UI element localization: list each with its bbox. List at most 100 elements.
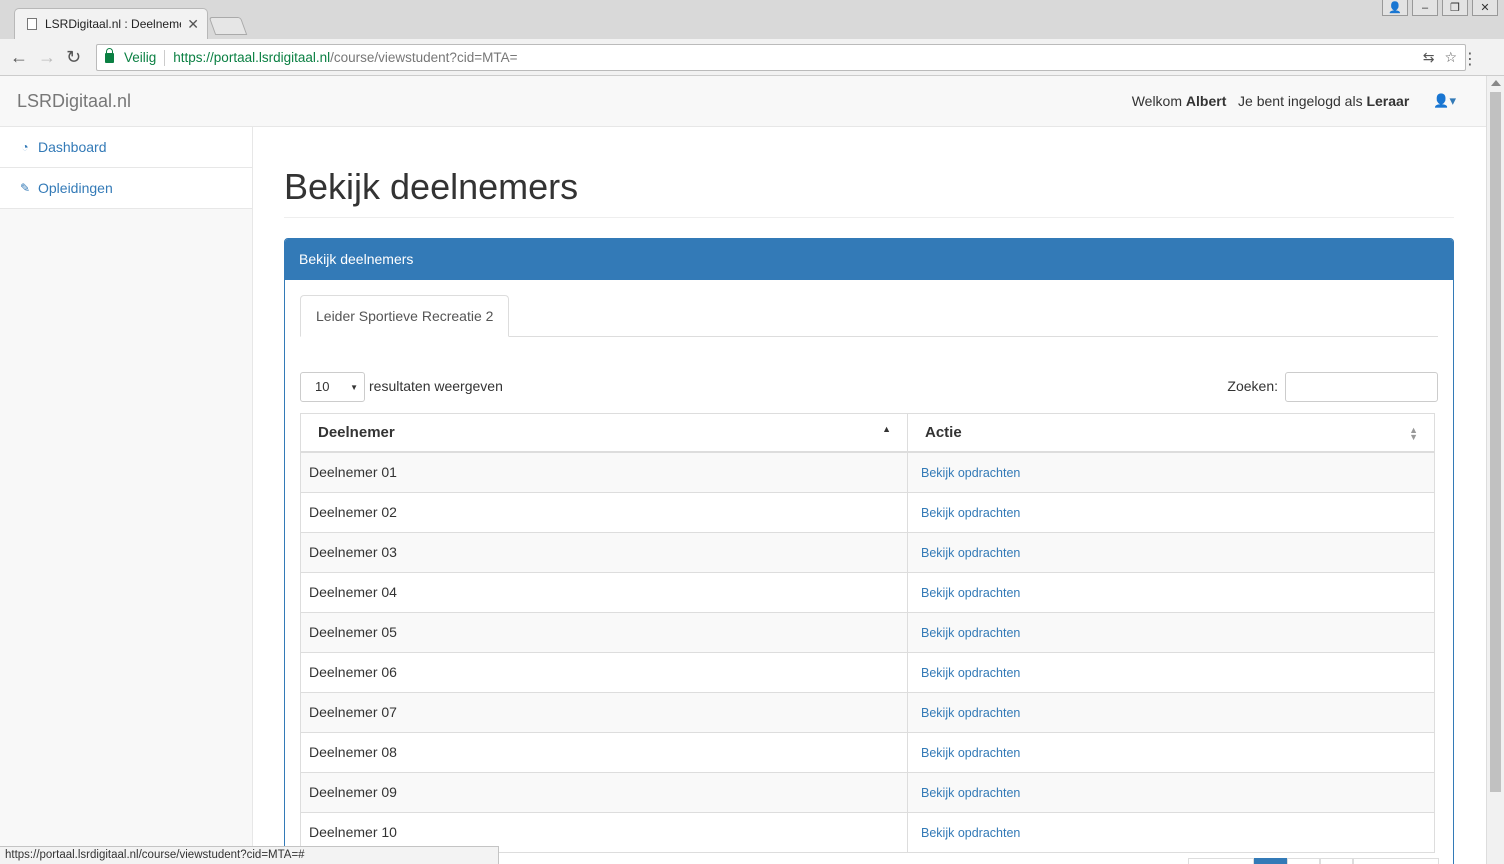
user-role: Leraar — [1366, 93, 1410, 109]
address-bar[interactable]: Veilig https://portaal.lsrdigitaal.nl /c… — [96, 44, 1466, 71]
app-navbar: LSRDigitaal.nl Welkom Albert Je bent ing… — [0, 76, 1486, 127]
main-content: Bekijk deelnemers Bekijk deelnemers Leid… — [284, 127, 1454, 864]
user-name: Albert — [1185, 93, 1227, 109]
translate-icon[interactable]: ⇆ — [1423, 49, 1435, 66]
action-cell: Bekijk opdrachten — [907, 651, 1435, 693]
view-assignments-link[interactable]: Bekijk opdrachten — [921, 706, 1020, 720]
browser-menu-icon[interactable]: ⋮ — [1462, 49, 1478, 69]
column-header-actie[interactable]: Actie ▲ ▼ — [907, 412, 1435, 454]
view-assignments-link[interactable]: Bekijk opdrachten — [921, 466, 1020, 480]
participant-name: Deelnemer 08 — [300, 731, 908, 773]
bookmark-star-icon[interactable]: ☆ — [1444, 49, 1457, 66]
action-cell: Bekijk opdrachten — [907, 611, 1435, 653]
panel-heading: Bekijk deelnemers — [285, 238, 1453, 280]
sidebar-item-label: Dashboard — [38, 139, 107, 155]
participants-table: Deelnemer ▲ Actie ▲ ▼ Deelnemer 01 Bekijk … — [300, 412, 1435, 853]
restore-icon[interactable]: ❐ — [1442, 0, 1468, 16]
view-assignments-link[interactable]: Bekijk opdrachten — [921, 586, 1020, 600]
view-assignments-link[interactable]: Bekijk opdrachten — [921, 666, 1020, 680]
sort-both-icon: ▲ ▼ — [1409, 424, 1418, 442]
table-controls: 10 ▼ resultaten weergeven Zoeken: — [300, 371, 1438, 402]
page-scrollbar[interactable] — [1486, 76, 1504, 864]
participant-name: Deelnemer 07 — [300, 691, 908, 733]
search-label: Zoeken: — [1227, 377, 1278, 394]
pagination-next[interactable] — [1353, 858, 1439, 864]
close-window-icon[interactable]: ✕ — [1472, 0, 1498, 16]
participant-name: Deelnemer 03 — [300, 531, 908, 573]
participant-name: Deelnemer 06 — [300, 651, 908, 693]
back-icon[interactable]: ← — [10, 47, 28, 68]
minimize-icon[interactable]: – — [1412, 0, 1438, 16]
logged-in-text: Je bent ingelogd als — [1238, 93, 1363, 109]
edit-icon: ✎ — [19, 181, 31, 195]
url-host: https://portaal.lsrdigitaal.nl — [173, 50, 331, 65]
table-row: Deelnemer 09 Bekijk opdrachten — [300, 771, 1435, 813]
view-assignments-link[interactable]: Bekijk opdrachten — [921, 506, 1020, 520]
participant-name: Deelnemer 05 — [300, 611, 908, 653]
table-row: Deelnemer 03 Bekijk opdrachten — [300, 531, 1435, 573]
view-assignments-link[interactable]: Bekijk opdrachten — [921, 786, 1020, 800]
pagination-page-2[interactable] — [1287, 858, 1320, 864]
scrollbar-thumb[interactable] — [1490, 92, 1501, 792]
table-row: Deelnemer 05 Bekijk opdrachten — [300, 611, 1435, 653]
chevron-down-icon: ▼ — [350, 382, 358, 392]
column-header-deelnemer[interactable]: Deelnemer ▲ — [300, 412, 908, 454]
browser-tab[interactable]: LSRDigitaal.nl : Deelnemers ✕ — [14, 8, 208, 39]
header-label: Actie — [925, 423, 962, 441]
participant-name: Deelnemer 09 — [300, 771, 908, 813]
new-tab-button[interactable] — [208, 17, 248, 35]
browser-tab-strip: LSRDigitaal.nl : Deelnemers ✕ 👤 – ❐ ✕ — [0, 0, 1504, 39]
forward-icon[interactable]: → — [38, 47, 56, 68]
url-path: /course/viewstudent?cid=MTA= — [330, 50, 518, 65]
sort-ascending-icon: ▲ — [882, 423, 891, 434]
user-menu-icon[interactable]: 👤▾ — [1433, 93, 1456, 109]
view-assignments-link[interactable]: Bekijk opdrachten — [921, 746, 1020, 760]
tab-title: LSRDigitaal.nl : Deelnemers — [45, 17, 182, 31]
sidebar: ◔ Dashboard ✎ Opleidingen — [0, 127, 253, 864]
page-icon — [27, 18, 37, 30]
action-cell: Bekijk opdrachten — [907, 531, 1435, 573]
window-controls: 👤 – ❐ ✕ — [1378, 0, 1498, 16]
profile-icon[interactable]: 👤 — [1382, 0, 1408, 16]
action-cell: Bekijk opdrachten — [907, 451, 1435, 493]
scroll-up-icon[interactable] — [1491, 80, 1501, 86]
course-tabs: Leider Sportieve Recreatie 2 — [300, 294, 1438, 337]
action-cell: Bekijk opdrachten — [907, 731, 1435, 773]
secure-label: Veilig — [124, 50, 157, 65]
reload-icon[interactable]: ↻ — [66, 47, 81, 68]
participant-name: Deelnemer 01 — [300, 451, 908, 493]
action-cell: Bekijk opdrachten — [907, 491, 1435, 533]
sidebar-item-dashboard[interactable]: ◔ Dashboard — [0, 127, 252, 168]
brand-link[interactable]: LSRDigitaal.nl — [17, 91, 131, 112]
close-tab-icon[interactable]: ✕ — [187, 16, 199, 33]
view-assignments-link[interactable]: Bekijk opdrachten — [921, 626, 1020, 640]
sidebar-item-label: Opleidingen — [38, 180, 113, 196]
sidebar-item-opleidingen[interactable]: ✎ Opleidingen — [0, 168, 252, 209]
header-label: Deelnemer — [318, 423, 395, 441]
lock-icon — [105, 47, 114, 63]
page-length-select[interactable]: 10 ▼ — [300, 371, 365, 402]
pagination-page-1[interactable] — [1254, 858, 1287, 864]
page-length-value: 10 — [315, 378, 330, 394]
view-assignments-link[interactable]: Bekijk opdrachten — [921, 826, 1020, 840]
search-input[interactable] — [1285, 371, 1438, 402]
status-bar: https://portaal.lsrdigitaal.nl/course/vi… — [0, 846, 499, 864]
participant-name: Deelnemer 02 — [300, 491, 908, 533]
table-row: Deelnemer 06 Bekijk opdrachten — [300, 651, 1435, 693]
separator — [164, 49, 166, 66]
welcome-text: Welkom — [1131, 93, 1183, 109]
table-row: Deelnemer 04 Bekijk opdrachten — [300, 571, 1435, 613]
tab-course[interactable]: Leider Sportieve Recreatie 2 — [300, 294, 510, 337]
view-assignments-link[interactable]: Bekijk opdrachten — [921, 546, 1020, 560]
participant-name: Deelnemer 04 — [300, 571, 908, 613]
browser-toolbar: ← → ↻ Veilig https://portaal.lsrdigitaal… — [0, 39, 1504, 76]
page-length-label: resultaten weergeven — [369, 377, 503, 394]
participants-panel: Bekijk deelnemers Leider Sportieve Recre… — [284, 237, 1454, 864]
table-row: Deelnemer 02 Bekijk opdrachten — [300, 491, 1435, 533]
action-cell: Bekijk opdrachten — [907, 571, 1435, 613]
action-cell: Bekijk opdrachten — [907, 771, 1435, 813]
pagination-previous[interactable] — [1188, 858, 1254, 864]
user-info: Welkom Albert Je bent ingelogd als Leraa… — [1132, 93, 1456, 109]
pagination-page-3[interactable] — [1320, 858, 1353, 864]
page-title: Bekijk deelnemers — [284, 167, 1454, 218]
